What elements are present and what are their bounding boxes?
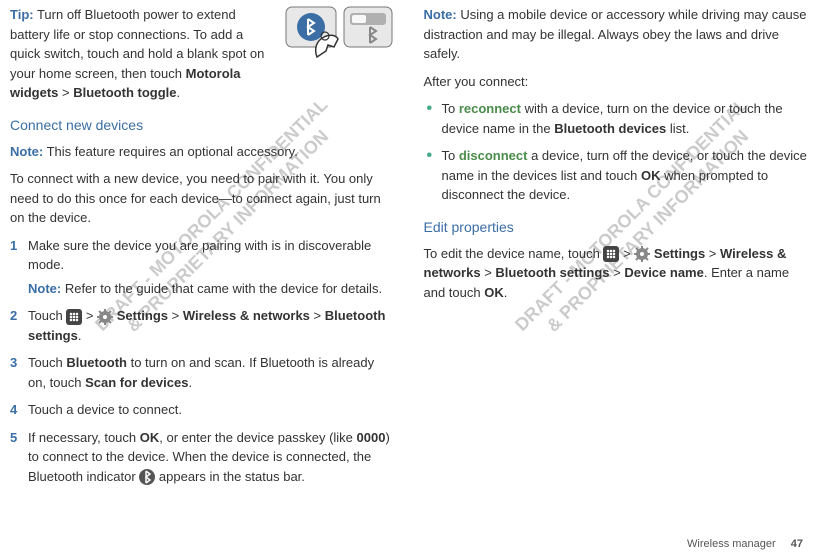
note-label-3: Note: bbox=[424, 7, 457, 22]
gt-1: > bbox=[58, 85, 73, 100]
step-num-1: 1 bbox=[10, 236, 17, 256]
bullet-list: • To reconnect with a device, turn on th… bbox=[424, 99, 808, 205]
note-text-2: Refer to the guide that came with the de… bbox=[61, 281, 382, 296]
edit-paragraph: To edit the device name, touch > Setting… bbox=[424, 244, 808, 303]
step-5-0000: 0000 bbox=[357, 430, 386, 445]
bullet-disconnect: • To disconnect a device, turn off the d… bbox=[424, 146, 808, 205]
edit-gt3: > bbox=[481, 265, 496, 280]
steps-list: 1 Make sure the device you are pairing w… bbox=[10, 236, 394, 275]
page-footer: Wireless manager 47 bbox=[687, 536, 803, 553]
footer-page-number: 47 bbox=[791, 538, 803, 550]
step-2-gt2: > bbox=[168, 308, 183, 323]
step-2-settings: Settings bbox=[113, 308, 168, 323]
b1-t1: To bbox=[442, 101, 459, 116]
edit-gt1: > bbox=[619, 246, 634, 261]
step-2-gt3: > bbox=[310, 308, 325, 323]
gear-icon-2 bbox=[634, 246, 650, 262]
step-num-3: 3 bbox=[10, 353, 17, 373]
edit-btsettings: Bluetooth settings bbox=[495, 265, 609, 280]
tip-label: Tip: bbox=[10, 7, 34, 22]
gear-icon bbox=[97, 309, 113, 325]
after-connect: After you connect: bbox=[424, 72, 808, 92]
edit-settings: Settings bbox=[650, 246, 705, 261]
edit-t1: To edit the device name, touch bbox=[424, 246, 604, 261]
para-connect: To connect with a new device, you need t… bbox=[10, 169, 394, 228]
step-3-scan: Scan for devices bbox=[85, 375, 188, 390]
step-5-t1: If necessary, touch bbox=[28, 430, 140, 445]
step-3-t1: Touch bbox=[28, 355, 66, 370]
step-2-wireless: Wireless & networks bbox=[183, 308, 310, 323]
connect-new-devices-heading: Connect new devices bbox=[10, 115, 394, 136]
disconnect-word: disconnect bbox=[459, 148, 528, 163]
b1-t3: list. bbox=[666, 121, 689, 136]
step-2-gt1: > bbox=[82, 308, 97, 323]
step-3-period: . bbox=[188, 375, 192, 390]
apps-icon bbox=[66, 309, 82, 325]
note-text-3: Using a mobile device or accessory while… bbox=[424, 7, 807, 61]
edit-ok: OK bbox=[484, 285, 504, 300]
edit-gt4: > bbox=[610, 265, 625, 280]
footer-section: Wireless manager bbox=[687, 538, 776, 550]
step-4-text: Touch a device to connect. bbox=[28, 402, 182, 417]
step-2-period: . bbox=[78, 328, 82, 343]
step-5: 5 If necessary, touch OK, or enter the d… bbox=[10, 428, 394, 487]
step-1-text: Make sure the device you are pairing wit… bbox=[28, 238, 371, 273]
b2-t1: To bbox=[442, 148, 459, 163]
step-2-touch: Touch bbox=[28, 308, 66, 323]
bullet-reconnect: • To reconnect with a device, turn on th… bbox=[424, 99, 808, 138]
reconnect-word: reconnect bbox=[459, 101, 521, 116]
step-num-2: 2 bbox=[10, 306, 17, 326]
note-label-1: Note: bbox=[10, 144, 43, 159]
note-accessory: Note: This feature requires an optional … bbox=[10, 142, 394, 162]
bt-devices-text: Bluetooth devices bbox=[554, 121, 666, 136]
note-label-2: Note: bbox=[28, 281, 61, 296]
edit-properties-heading: Edit properties bbox=[424, 217, 808, 238]
step-1-note: Note: Refer to the guide that came with … bbox=[10, 279, 394, 299]
steps-list-cont: 2 Touch > Settings > Wireless & networks… bbox=[10, 306, 394, 486]
note-text-1: This feature requires an optional access… bbox=[43, 144, 298, 159]
bullet-icon-2: • bbox=[427, 146, 433, 165]
bluetooth-toggle-text: Bluetooth toggle bbox=[73, 85, 176, 100]
step-3-bt: Bluetooth bbox=[66, 355, 127, 370]
edit-devname: Device name bbox=[624, 265, 704, 280]
edit-gt2: > bbox=[705, 246, 720, 261]
bullet-icon-1: • bbox=[427, 99, 433, 118]
apps-icon-2 bbox=[603, 246, 619, 262]
edit-period: . bbox=[504, 285, 508, 300]
right-column: Note: Using a mobile device or accessory… bbox=[424, 5, 808, 494]
driving-note: Note: Using a mobile device or accessory… bbox=[424, 5, 808, 64]
step-4: 4 Touch a device to connect. bbox=[10, 400, 394, 420]
bluetooth-indicator-icon bbox=[139, 469, 155, 485]
left-column: Tip: Turn off Bluetooth power to extend … bbox=[10, 5, 394, 494]
step-num-4: 4 bbox=[10, 400, 17, 420]
step-2: 2 Touch > Settings > Wireless & networks… bbox=[10, 306, 394, 345]
step-5-ok: OK bbox=[140, 430, 160, 445]
bluetooth-toggle-illustration bbox=[284, 5, 394, 60]
step-5-t4: appears in the status bar. bbox=[155, 469, 305, 484]
step-5-t2: , or enter the device passkey (like bbox=[159, 430, 356, 445]
b2-ok: OK bbox=[641, 168, 661, 183]
step-num-5: 5 bbox=[10, 428, 17, 448]
step-3: 3 Touch Bluetooth to turn on and scan. I… bbox=[10, 353, 394, 392]
tip-period: . bbox=[177, 85, 181, 100]
step-1: 1 Make sure the device you are pairing w… bbox=[10, 236, 394, 275]
